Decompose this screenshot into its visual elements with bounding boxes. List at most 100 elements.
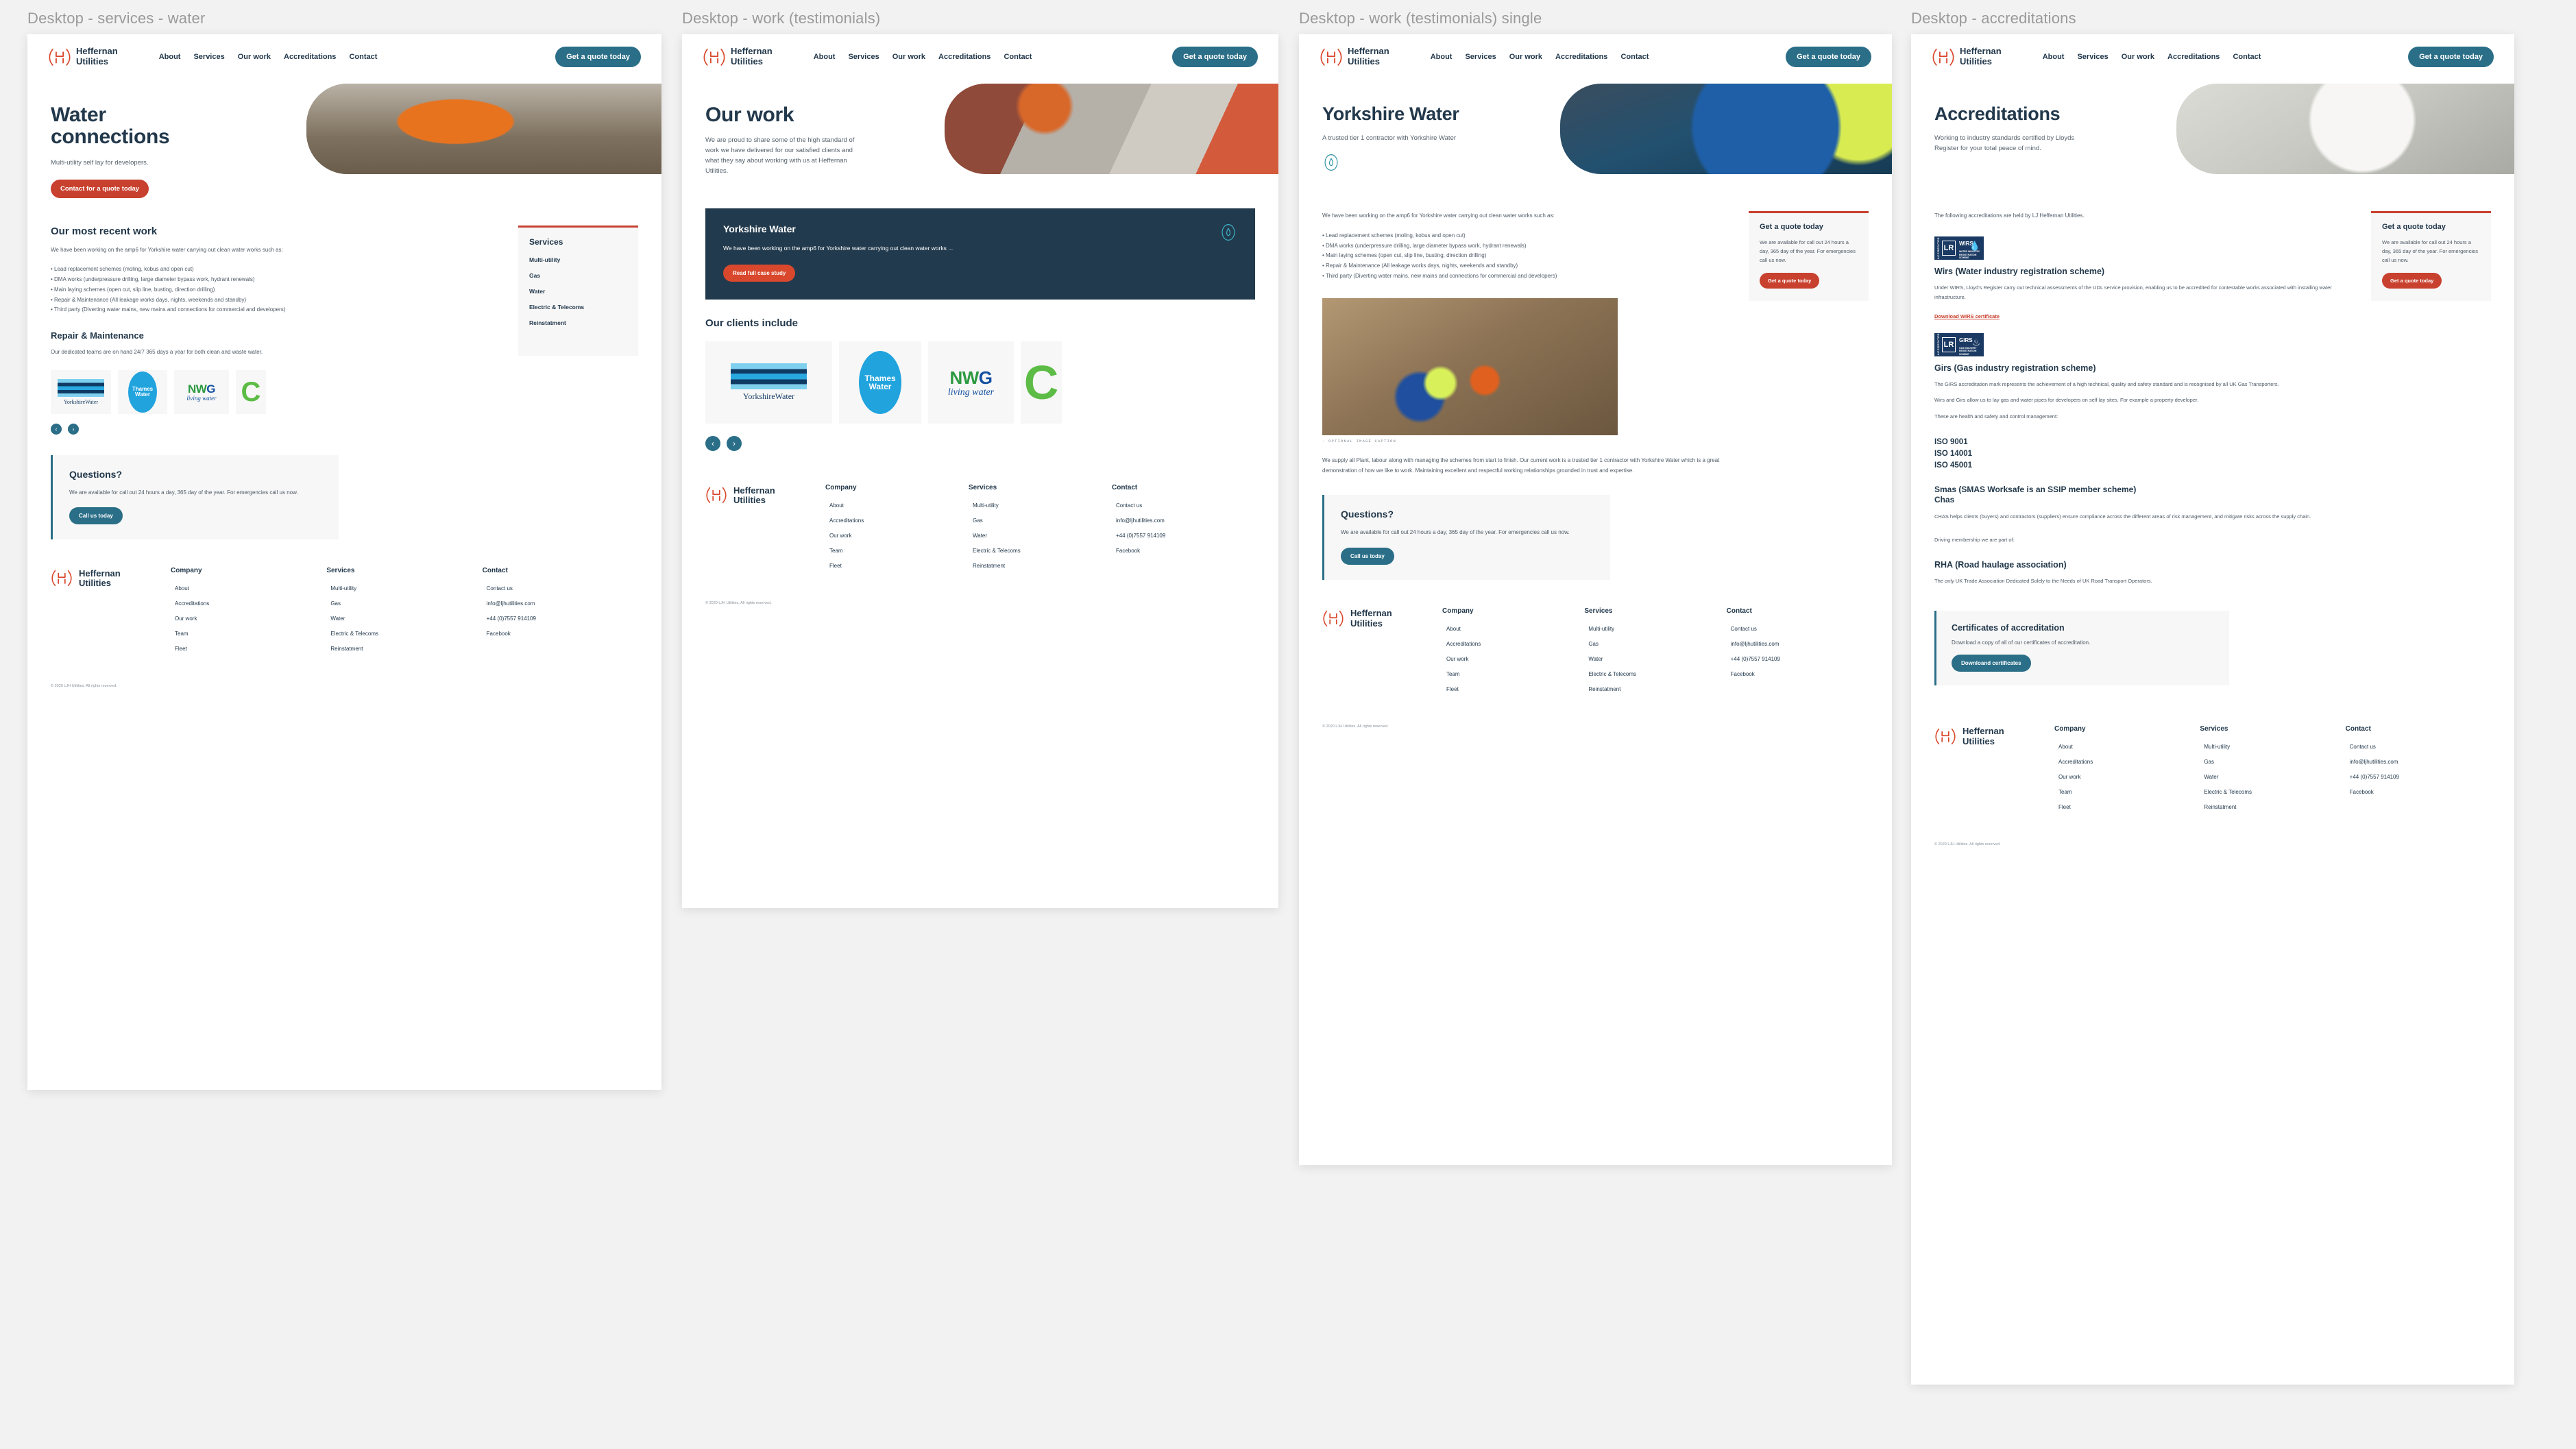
footer-link-electric-telecoms[interactable]: Electric & Telecoms: [326, 631, 482, 637]
footer-link-fleet[interactable]: Fleet: [171, 646, 326, 652]
footer-link-reinstatment[interactable]: Reinstatment: [326, 646, 482, 652]
services-link-multi-utility[interactable]: Multi-utility: [529, 256, 627, 263]
footer-link-contact-us[interactable]: Contact us: [1727, 626, 1869, 632]
footer-link-water[interactable]: Water: [2200, 774, 2345, 780]
footer-link-facebook[interactable]: Facebook: [1112, 548, 1255, 554]
footer-link-reinstatment[interactable]: Reinstatment: [1584, 686, 1726, 692]
nav-item-services[interactable]: Services: [2077, 53, 2108, 61]
footer-link-electric-telecoms[interactable]: Electric & Telecoms: [2200, 789, 2345, 795]
hero-contact-button[interactable]: Contact for a quote today: [51, 179, 149, 198]
nav-item-services[interactable]: Services: [848, 53, 879, 61]
footer-link-our-work[interactable]: Our work: [1442, 656, 1584, 662]
call-us-button[interactable]: Call us today: [69, 507, 123, 525]
nav-item-our-work[interactable]: Our work: [2122, 53, 2154, 61]
footer-link-reinstatment[interactable]: Reinstatment: [969, 563, 1112, 569]
footer-link-fleet[interactable]: Fleet: [1442, 686, 1584, 692]
download-certificates-button[interactable]: Downloand certificates: [1952, 654, 2031, 672]
footer-link-facebook[interactable]: Facebook: [1727, 671, 1869, 677]
footer-link-multi-utility[interactable]: Multi-utility: [326, 585, 482, 592]
footer-link-electric-telecoms[interactable]: Electric & Telecoms: [1584, 671, 1726, 677]
logo[interactable]: Heffernan Utilities: [703, 45, 773, 69]
footer-link-email[interactable]: info@ljhutilities.com: [1112, 518, 1255, 524]
footer-link-water[interactable]: Water: [969, 533, 1112, 539]
footer-link-gas[interactable]: Gas: [2200, 759, 2345, 765]
read-case-study-button[interactable]: Read full case study: [723, 265, 796, 282]
nav-item-services[interactable]: Services: [1465, 53, 1496, 61]
header-quote-button[interactable]: Get a quote today: [1172, 47, 1258, 67]
footer-link-gas[interactable]: Gas: [326, 600, 482, 607]
nav-item-our-work[interactable]: Our work: [892, 53, 925, 61]
footer-logo[interactable]: Heffernan Utilities: [1322, 607, 1442, 701]
carousel-prev-button[interactable]: ‹: [705, 436, 720, 452]
footer-link-accreditations[interactable]: Accreditations: [825, 518, 969, 524]
nav-item-contact[interactable]: Contact: [1620, 53, 1649, 61]
services-link-gas[interactable]: Gas: [529, 272, 627, 279]
nav-item-contact[interactable]: Contact: [2233, 53, 2261, 61]
footer-link-email[interactable]: info@ljhutilities.com: [2346, 759, 2491, 765]
nav-item-about[interactable]: About: [2043, 53, 2065, 61]
footer-link-about[interactable]: About: [171, 585, 326, 592]
services-link-reinstatment[interactable]: Reinstatment: [529, 319, 627, 326]
footer-link-multi-utility[interactable]: Multi-utility: [1584, 626, 1726, 632]
footer-logo[interactable]: Heffernan Utilities: [1934, 725, 2054, 819]
footer-link-accreditations[interactable]: Accreditations: [2054, 759, 2200, 765]
nav-item-contact[interactable]: Contact: [1004, 53, 1032, 61]
carousel-next-button[interactable]: ›: [727, 436, 742, 452]
footer-link-team[interactable]: Team: [2054, 789, 2200, 795]
footer-link-reinstatment[interactable]: Reinstatment: [2200, 804, 2345, 810]
footer-link-phone[interactable]: +44 (0)7557 914109: [2346, 774, 2491, 780]
footer-link-fleet[interactable]: Fleet: [2054, 804, 2200, 810]
footer-link-our-work[interactable]: Our work: [825, 533, 969, 539]
footer-link-about[interactable]: About: [825, 502, 969, 509]
footer-link-contact-us[interactable]: Contact us: [2346, 744, 2491, 750]
quote-card-button[interactable]: Get a quote today: [2382, 273, 2442, 289]
footer-link-team[interactable]: Team: [1442, 671, 1584, 677]
nav-item-about[interactable]: About: [1431, 53, 1453, 61]
footer-link-about[interactable]: About: [2054, 744, 2200, 750]
footer-link-email[interactable]: info@ljhutilities.com: [483, 600, 638, 607]
footer-link-gas[interactable]: Gas: [1584, 641, 1726, 647]
nav-item-accreditations[interactable]: Accreditations: [938, 53, 991, 61]
services-link-electric-telecoms[interactable]: Electric & Telecoms: [529, 304, 627, 310]
footer-link-accreditations[interactable]: Accreditations: [1442, 641, 1584, 647]
footer-link-team[interactable]: Team: [825, 548, 969, 554]
footer-link-facebook[interactable]: Facebook: [483, 631, 638, 637]
nav-item-about[interactable]: About: [159, 53, 181, 61]
carousel-next-button[interactable]: ›: [68, 424, 79, 435]
footer-link-phone[interactable]: +44 (0)7557 914109: [1112, 533, 1255, 539]
footer-link-team[interactable]: Team: [171, 631, 326, 637]
logo[interactable]: Heffernan Utilities: [48, 45, 118, 69]
footer-link-multi-utility[interactable]: Multi-utility: [969, 502, 1112, 509]
footer-link-water[interactable]: Water: [1584, 656, 1726, 662]
footer-link-fleet[interactable]: Fleet: [825, 563, 969, 569]
footer-link-multi-utility[interactable]: Multi-utility: [2200, 744, 2345, 750]
footer-link-facebook[interactable]: Facebook: [2346, 789, 2491, 795]
footer-link-about[interactable]: About: [1442, 626, 1584, 632]
footer-logo[interactable]: Heffernan Utilities: [705, 484, 825, 578]
nav-item-our-work[interactable]: Our work: [238, 53, 271, 61]
client-logo-carousel[interactable]: YorkshireWater Thames Water NWG living wat…: [705, 341, 1255, 424]
services-link-water[interactable]: Water: [529, 288, 627, 295]
footer-link-contact-us[interactable]: Contact us: [1112, 502, 1255, 509]
header-quote-button[interactable]: Get a quote today: [2408, 47, 2494, 67]
header-quote-button[interactable]: Get a quote today: [555, 47, 641, 67]
nav-item-our-work[interactable]: Our work: [1509, 53, 1542, 61]
call-us-button[interactable]: Call us today: [1341, 547, 1394, 565]
nav-item-services[interactable]: Services: [193, 53, 224, 61]
nav-item-about[interactable]: About: [814, 53, 836, 61]
nav-item-accreditations[interactable]: Accreditations: [2167, 53, 2220, 61]
download-wirs-certificate-link[interactable]: Download WIRS certificate: [1934, 313, 2000, 319]
footer-logo[interactable]: Heffernan Utilities: [51, 567, 171, 661]
quote-card-button[interactable]: Get a quote today: [1760, 273, 1820, 289]
nav-item-accreditations[interactable]: Accreditations: [1555, 53, 1607, 61]
footer-link-electric-telecoms[interactable]: Electric & Telecoms: [969, 548, 1112, 554]
nav-item-contact[interactable]: Contact: [349, 53, 377, 61]
footer-link-phone[interactable]: +44 (0)7557 914109: [483, 616, 638, 622]
footer-link-email[interactable]: info@ljhutilities.com: [1727, 641, 1869, 647]
footer-link-phone[interactable]: +44 (0)7557 914109: [1727, 656, 1869, 662]
carousel-prev-button[interactable]: ‹: [51, 424, 62, 435]
footer-link-gas[interactable]: Gas: [969, 518, 1112, 524]
logo[interactable]: Heffernan Utilities: [1932, 45, 2002, 69]
client-logo-carousel[interactable]: YorkshireWater Thames Water NWG living wat…: [51, 370, 502, 415]
footer-link-water[interactable]: Water: [326, 616, 482, 622]
